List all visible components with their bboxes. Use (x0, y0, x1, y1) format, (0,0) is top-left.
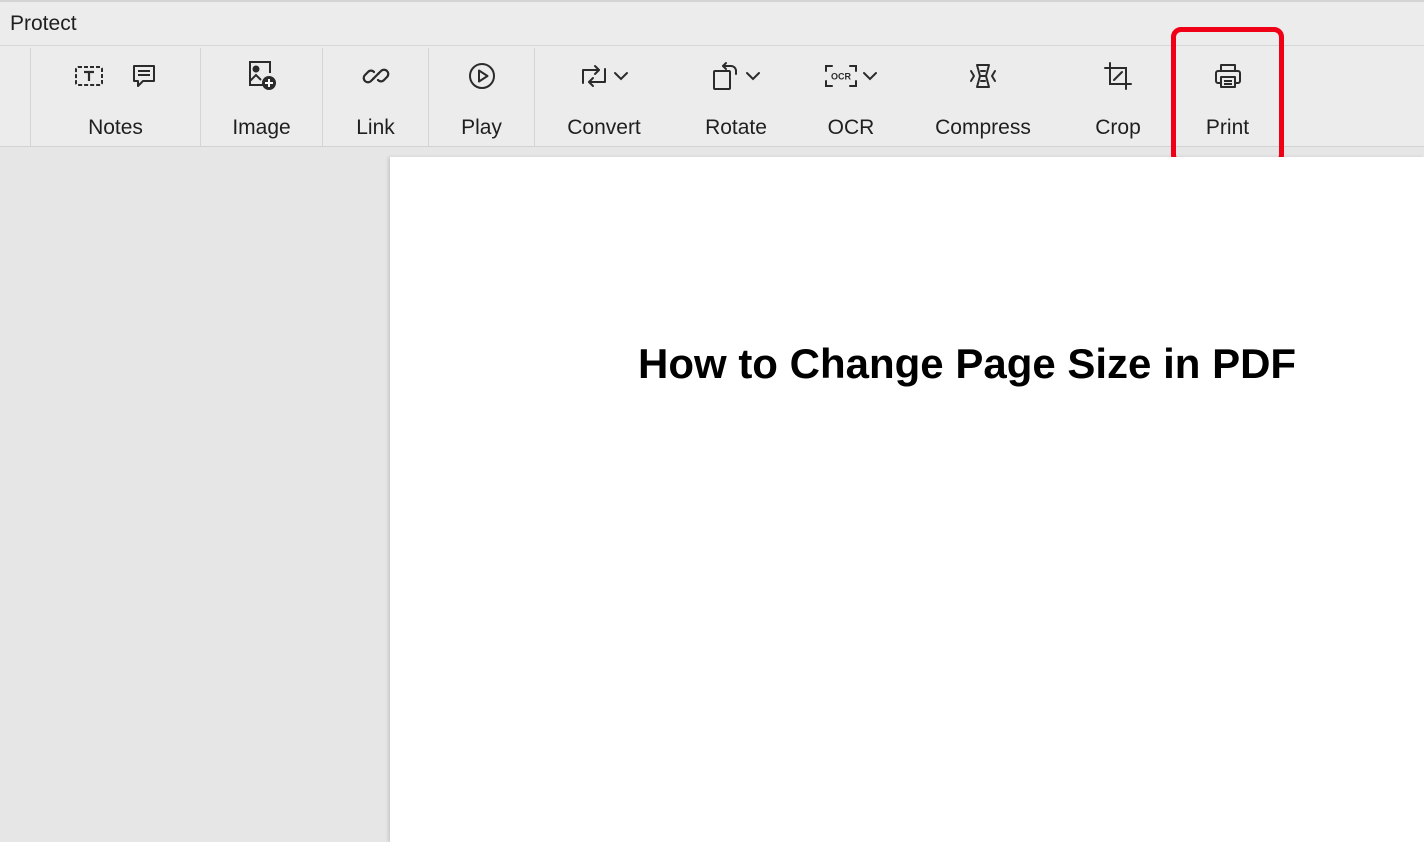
convert-label: Convert (567, 116, 641, 139)
toolbar-separator (534, 48, 535, 147)
crop-label: Crop (1095, 116, 1141, 139)
rotate-tool[interactable]: Rotate (676, 46, 796, 147)
compress-icon (968, 62, 998, 90)
rotate-label: Rotate (705, 116, 767, 139)
ocr-tool[interactable]: OCR OCR (806, 46, 896, 147)
crop-icon (1103, 61, 1133, 91)
print-highlight-box (1171, 27, 1284, 165)
play-tool[interactable]: Play (429, 46, 534, 147)
convert-tool[interactable]: Convert (540, 46, 668, 147)
svg-text:OCR: OCR (831, 72, 852, 82)
chevron-down-icon[interactable] (862, 71, 878, 81)
link-label: Link (356, 116, 395, 139)
compress-tool[interactable]: Compress (918, 46, 1048, 147)
pdf-page: How to Change Page Size in PDF (390, 157, 1424, 842)
protect-menu[interactable]: Protect (10, 12, 77, 36)
text-box-icon[interactable] (74, 64, 104, 88)
image-tool[interactable]: Image (201, 46, 322, 147)
play-icon (467, 61, 497, 91)
chevron-down-icon[interactable] (613, 71, 629, 81)
rotate-icon (711, 60, 741, 92)
convert-icon (579, 63, 609, 89)
document-title: How to Change Page Size in PDF (638, 340, 1297, 387)
play-label: Play (461, 116, 502, 139)
image-add-icon (245, 59, 279, 93)
link-tool[interactable]: Link (323, 46, 428, 147)
chevron-down-icon[interactable] (745, 71, 761, 81)
notes-label: Notes (88, 116, 143, 139)
comment-icon[interactable] (130, 62, 158, 90)
compress-label: Compress (935, 116, 1031, 139)
link-icon (362, 62, 390, 90)
notes-tool[interactable]: Notes (31, 46, 200, 147)
image-label: Image (232, 116, 291, 139)
crop-tool[interactable]: Crop (1068, 46, 1168, 147)
ocr-icon: OCR (824, 63, 858, 89)
ocr-label: OCR (827, 116, 875, 139)
